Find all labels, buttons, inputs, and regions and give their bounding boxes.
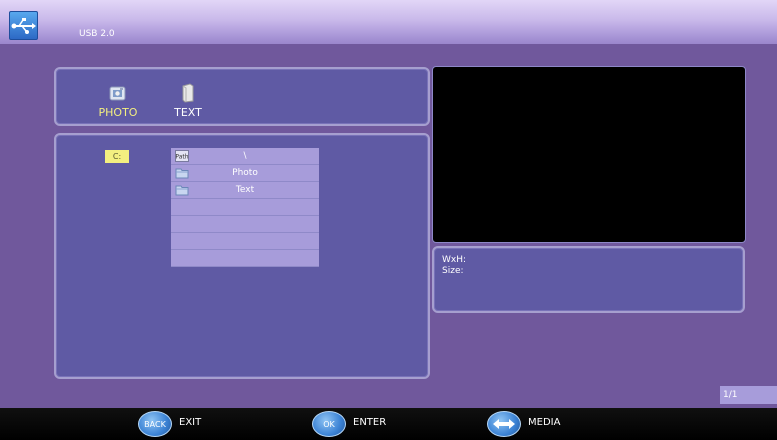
- dimensions-label: WxH:: [442, 255, 467, 265]
- enter-label: ENTER: [353, 417, 387, 428]
- media-label: MEDIA: [528, 417, 561, 428]
- ok-button-icon[interactable]: OK: [312, 411, 346, 437]
- media-type-photo[interactable]: PHOTO: [98, 81, 138, 121]
- folder-icon: [175, 185, 189, 196]
- preview-area: [432, 66, 746, 243]
- list-item[interactable]: [171, 199, 319, 216]
- path-icon: Path: [175, 150, 189, 162]
- back-button-icon[interactable]: BACK: [138, 411, 172, 437]
- size-label: Size:: [442, 266, 464, 276]
- photo-icon: [109, 86, 126, 101]
- file-browser-panel: C: Path \ Photo Text: [54, 133, 430, 379]
- app-title: USB 2.0: [79, 29, 115, 39]
- folder-icon: [175, 168, 189, 179]
- exit-label: EXIT: [179, 417, 202, 428]
- usb-icon: [9, 11, 38, 40]
- svg-text:Path: Path: [175, 154, 188, 161]
- file-name: Photo: [232, 168, 258, 178]
- file-name: Text: [235, 185, 255, 195]
- list-item[interactable]: Path \: [171, 148, 319, 165]
- drive-selector[interactable]: C:: [105, 150, 129, 163]
- page-indicator: 1/1: [720, 386, 777, 404]
- list-item[interactable]: [171, 233, 319, 250]
- list-item[interactable]: Photo: [171, 165, 319, 182]
- media-type-label: PHOTO: [98, 106, 138, 119]
- title-bar: USB 2.0: [0, 0, 777, 44]
- file-name: \: [243, 151, 247, 161]
- list-item[interactable]: Text: [171, 182, 319, 199]
- media-type-label: TEXT: [174, 106, 202, 119]
- list-item[interactable]: [171, 250, 319, 267]
- media-type-panel: PHOTO TEXT: [54, 67, 430, 126]
- media-type-text[interactable]: TEXT: [168, 81, 208, 121]
- text-file-icon: [182, 83, 194, 103]
- bottom-bar: BACK EXIT OK ENTER MEDIA: [0, 408, 777, 440]
- file-list: Path \ Photo Text: [171, 148, 319, 267]
- list-item[interactable]: [171, 216, 319, 233]
- left-right-arrows-icon[interactable]: [487, 411, 521, 437]
- info-panel: WxH: Size:: [432, 246, 745, 313]
